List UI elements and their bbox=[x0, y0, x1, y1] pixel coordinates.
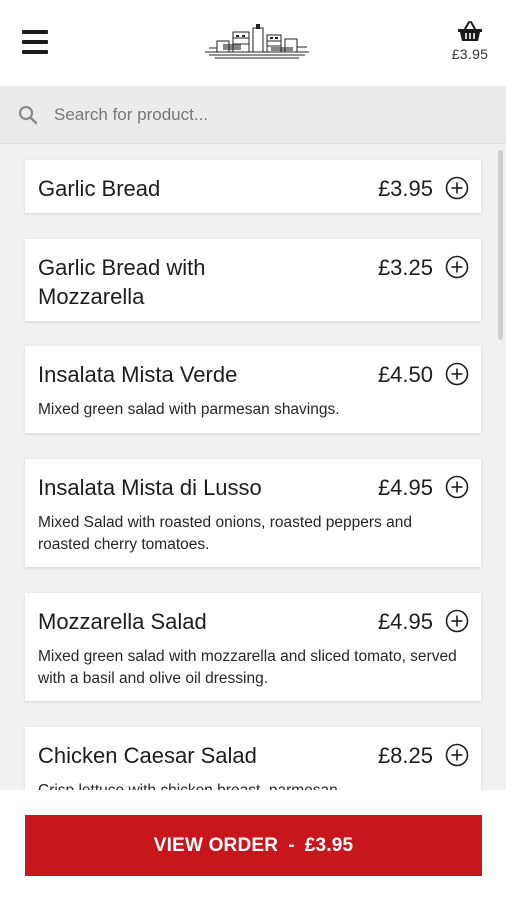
product-card-mozzarella-salad[interactable]: Mozzarella Salad £4.95 Mixed green salad… bbox=[25, 593, 481, 701]
product-card-insalata-mista-verde[interactable]: Insalata Mista Verde £4.50 Mixed green s… bbox=[25, 346, 481, 433]
product-description: Crisp lettuce with chicken breast, parme… bbox=[38, 780, 458, 790]
view-order-separator: - bbox=[288, 834, 295, 856]
app-header: £3.95 bbox=[0, 0, 506, 86]
add-circle-icon[interactable] bbox=[445, 255, 469, 279]
search-input[interactable] bbox=[54, 100, 484, 130]
view-order-button[interactable]: VIEW ORDER - £3.95 bbox=[25, 815, 482, 876]
add-circle-icon[interactable] bbox=[445, 176, 469, 200]
view-order-label: VIEW ORDER bbox=[153, 834, 279, 856]
product-name: Insalata Mista Verde bbox=[38, 362, 238, 387]
product-price: £4.95 bbox=[377, 609, 433, 634]
product-card-garlic-bread[interactable]: Garlic Bread £3.95 bbox=[25, 160, 481, 213]
product-description: Mixed green salad with parmesan shavings… bbox=[38, 401, 340, 418]
product-card-chicken-caesar-salad[interactable]: Chicken Caesar Salad £8.25 Crisp lettuce… bbox=[25, 727, 481, 790]
product-price: £4.95 bbox=[377, 475, 433, 500]
product-name: Chicken Caesar Salad bbox=[38, 743, 257, 768]
add-circle-icon[interactable] bbox=[445, 475, 469, 499]
basket-total: £3.95 bbox=[451, 46, 489, 62]
product-name: Garlic Bread with Mozzarella bbox=[38, 255, 206, 309]
product-name: Garlic Bread bbox=[38, 176, 161, 201]
search-icon bbox=[18, 105, 38, 125]
list-scrollbar[interactable] bbox=[498, 150, 503, 340]
product-description: Mixed Salad with roasted onions, roasted… bbox=[38, 514, 412, 553]
add-circle-icon[interactable] bbox=[445, 362, 469, 386]
search-bar bbox=[0, 86, 506, 144]
product-price: £3.25 bbox=[377, 255, 433, 280]
product-name: Mozzarella Salad bbox=[38, 609, 207, 634]
product-price: £8.25 bbox=[377, 743, 433, 768]
product-name: Insalata Mista di Lusso bbox=[38, 475, 262, 500]
product-card-garlic-bread-mozzarella[interactable]: Garlic Bread with Mozzarella £3.25 bbox=[25, 239, 481, 321]
basket-icon bbox=[458, 21, 482, 41]
product-price: £4.50 bbox=[377, 362, 433, 387]
restaurant-logo-icon[interactable] bbox=[203, 22, 311, 62]
product-price: £3.95 bbox=[377, 176, 433, 201]
add-circle-icon[interactable] bbox=[445, 743, 469, 767]
add-circle-icon[interactable] bbox=[445, 609, 469, 633]
hamburger-menu-icon[interactable] bbox=[22, 30, 48, 54]
product-description: Mixed green salad with mozzarella and sl… bbox=[38, 648, 457, 687]
product-card-insalata-mista-di-lusso[interactable]: Insalata Mista di Lusso £4.95 Mixed Sala… bbox=[25, 459, 481, 567]
basket-button[interactable]: £3.95 bbox=[446, 20, 494, 68]
view-order-total: £3.95 bbox=[304, 834, 354, 856]
product-list[interactable]: Garlic Bread £3.95 Garlic Bread with Moz… bbox=[0, 144, 506, 790]
